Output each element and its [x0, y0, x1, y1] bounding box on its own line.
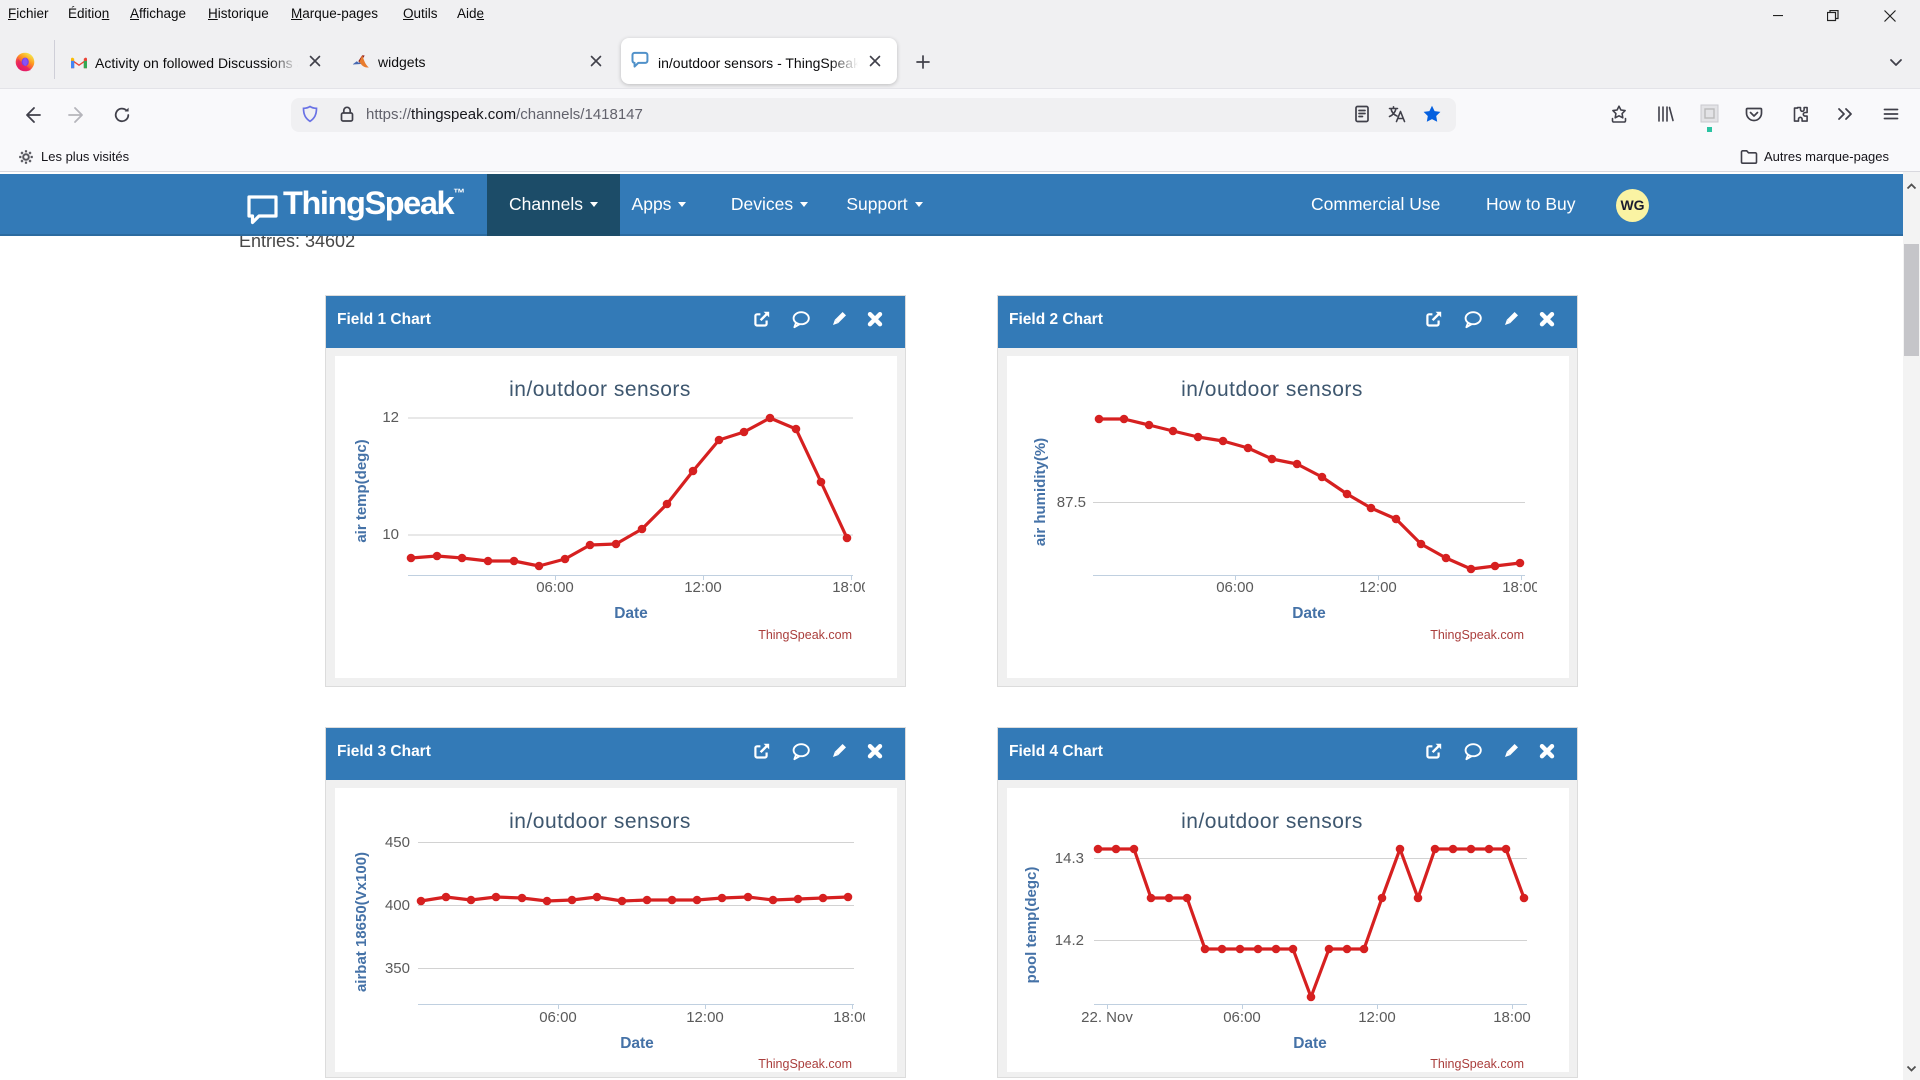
- svg-text:in/outdoor sensors: in/outdoor sensors: [1181, 378, 1363, 401]
- svg-text:12:00: 12:00: [686, 1009, 724, 1026]
- svg-text:airbat 18650(Vx100): airbat 18650(Vx100): [353, 852, 370, 992]
- svg-text:06:00: 06:00: [536, 579, 574, 596]
- svg-text:10: 10: [382, 526, 399, 543]
- svg-text:Date: Date: [620, 1035, 654, 1052]
- svg-text:400: 400: [385, 897, 410, 914]
- svg-text:in/outdoor sensors: in/outdoor sensors: [1181, 810, 1363, 833]
- svg-text:Date: Date: [1293, 1035, 1327, 1052]
- svg-text:14.2: 14.2: [1055, 932, 1084, 949]
- svg-text:06:00: 06:00: [1223, 1009, 1261, 1026]
- svg-text:ThingSpeak.com: ThingSpeak.com: [758, 628, 852, 642]
- svg-text:450: 450: [385, 834, 410, 851]
- svg-text:87.5: 87.5: [1057, 494, 1086, 511]
- svg-text:22. Nov: 22. Nov: [1081, 1009, 1133, 1026]
- svg-text:18:00: 18:00: [833, 1009, 865, 1026]
- svg-text:air humidity(%): air humidity(%): [1032, 438, 1049, 546]
- svg-text:14.3: 14.3: [1055, 850, 1084, 867]
- svg-text:air temp(degc): air temp(degc): [353, 439, 370, 542]
- svg-text:12:00: 12:00: [1358, 1009, 1396, 1026]
- svg-text:18:00: 18:00: [1502, 579, 1537, 596]
- svg-text:in/outdoor sensors: in/outdoor sensors: [509, 378, 691, 401]
- svg-text:06:00: 06:00: [1216, 579, 1254, 596]
- svg-text:pool temp(degc): pool temp(degc): [1023, 867, 1040, 984]
- svg-text:18:00: 18:00: [832, 579, 865, 596]
- svg-text:06:00: 06:00: [539, 1009, 577, 1026]
- svg-text:Date: Date: [1292, 605, 1326, 622]
- svg-text:ThingSpeak.com: ThingSpeak.com: [1430, 628, 1524, 642]
- svg-text:ThingSpeak.com: ThingSpeak.com: [758, 1057, 852, 1071]
- svg-text:18:00: 18:00: [1493, 1009, 1531, 1026]
- svg-text:12: 12: [382, 409, 399, 426]
- svg-text:12:00: 12:00: [684, 579, 722, 596]
- svg-text:350: 350: [385, 960, 410, 977]
- svg-text:in/outdoor sensors: in/outdoor sensors: [509, 810, 691, 833]
- svg-text:12:00: 12:00: [1359, 579, 1397, 596]
- svg-text:Date: Date: [614, 605, 648, 622]
- svg-text:ThingSpeak.com: ThingSpeak.com: [1430, 1057, 1524, 1071]
